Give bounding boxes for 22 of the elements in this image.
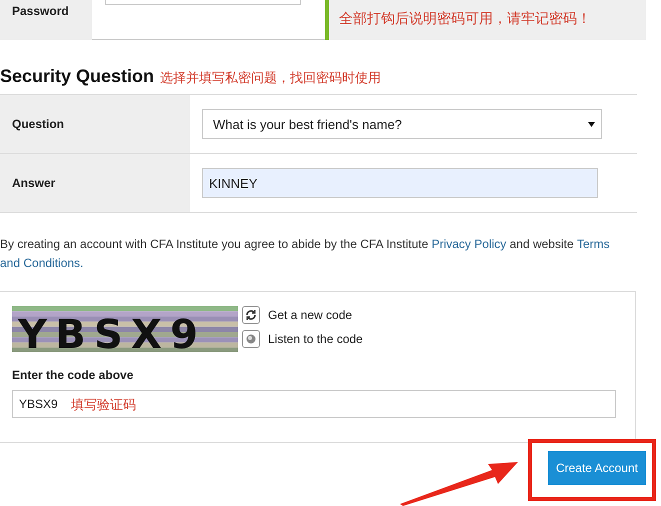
question-dropdown[interactable]: What is your best friend's name?	[202, 109, 602, 139]
answer-field[interactable]: KINNEY	[202, 168, 598, 198]
password-field[interactable]	[105, 0, 301, 5]
field-label: Enter the code above	[12, 368, 134, 382]
annotation-text: 全部打钩后说明密码可用，请牢记密码！	[339, 11, 591, 27]
refresh-icon[interactable]	[242, 306, 260, 324]
captcha-image: YBSX9	[12, 306, 238, 352]
field-label: Question	[0, 95, 190, 153]
captcha-link[interactable]: Listen to the code	[268, 332, 363, 346]
annotation-text: 选择并填写私密问题，找回密码时使用	[160, 70, 382, 87]
create-account-button[interactable]: Create Account	[548, 451, 646, 485]
agreement-text: By creating an account with CFA Institute you agree to abide by the CFA Institute Privacy Policy and website Terms and Conditions.	[0, 235, 658, 273]
caret-icon	[588, 122, 595, 126]
link[interactable]: and Conditions.	[0, 254, 84, 273]
field-label: Answer	[0, 154, 190, 212]
field-label: Password	[0, 0, 92, 40]
link[interactable]: Privacy Policy	[432, 235, 506, 254]
captcha-link[interactable]: Get a new code	[268, 308, 352, 322]
section-heading: Security Question	[0, 66, 154, 87]
link[interactable]: Terms	[577, 235, 610, 254]
annotation-text: 填写验证码	[71, 397, 136, 414]
speaker-icon[interactable]	[242, 330, 260, 348]
